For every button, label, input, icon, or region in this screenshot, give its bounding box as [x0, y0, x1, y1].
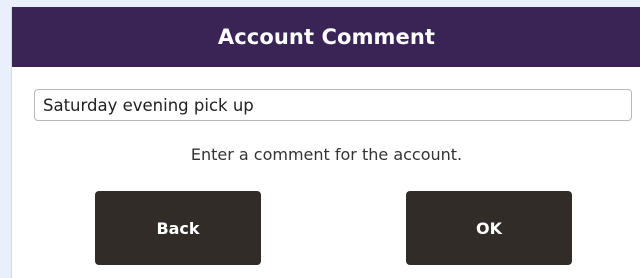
account-comment-input[interactable] [34, 89, 632, 121]
back-button[interactable]: Back [95, 191, 261, 265]
dialog-title: Account Comment [217, 25, 436, 49]
dialog-title-bar: Account Comment [12, 7, 640, 67]
ok-button[interactable]: OK [406, 191, 572, 265]
instruction-text: Enter a comment for the account. [190, 145, 463, 164]
account-comment-dialog: Account Comment Enter a comment for the … [11, 7, 640, 278]
